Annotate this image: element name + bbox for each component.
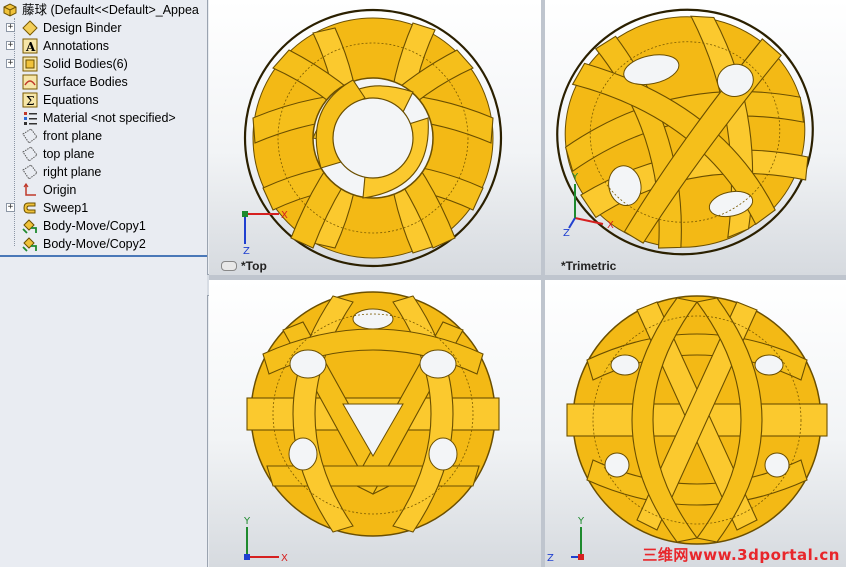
tree-item-body-move-copy1[interactable]: Body-Move/Copy1 <box>0 217 207 235</box>
tree-item-label: Design Binder <box>43 21 122 35</box>
axis-x-label: X <box>607 220 614 231</box>
axis-x-label: X <box>281 210 288 221</box>
plane-icon <box>22 146 38 162</box>
design-binder-icon <box>22 20 38 36</box>
expand-toggle[interactable]: + <box>6 203 15 212</box>
expand-toggle[interactable]: + <box>6 23 15 32</box>
surface-bodies-icon <box>22 74 38 90</box>
tree-root-part[interactable]: 藤球 (Default<<Default>_Appea <box>0 1 207 19</box>
axis-y-label: Y <box>571 172 579 183</box>
viewport-label-top: *Top <box>241 259 267 273</box>
tree-item-origin[interactable]: Origin <box>0 181 207 199</box>
viewport-top[interactable]: X Z *Top <box>209 0 541 275</box>
link-views-icon[interactable] <box>221 261 237 271</box>
viewport-right[interactable]: Z Y 三维网www.3dportal.cn <box>545 280 846 567</box>
triad-axes-icon <box>244 527 279 560</box>
viewport-trimetric[interactable]: X Y Z *Trimetric <box>545 0 846 275</box>
tree-item-body-move-copy2[interactable]: Body-Move/Copy2 <box>0 235 207 253</box>
expand-toggle[interactable]: + <box>6 59 15 68</box>
tree-item-label: Solid Bodies(6) <box>43 57 128 71</box>
rollback-bar[interactable] <box>0 255 207 257</box>
tree-item-label: Equations <box>43 93 99 107</box>
rattan-ball-model[interactable]: X Z <box>209 0 541 275</box>
tree-item-right-plane[interactable]: right plane <box>0 163 207 181</box>
body-move-icon <box>22 237 37 252</box>
tree-item-label: front plane <box>43 129 103 143</box>
solid-bodies-icon <box>22 56 38 72</box>
tree-item-label: Body-Move/Copy1 <box>43 219 146 233</box>
triad-axes-icon <box>242 211 279 244</box>
tree-item-annotations[interactable]: + A Annotations <box>0 37 207 55</box>
material-icon <box>24 112 37 125</box>
tree-item-material[interactable]: Material <not specified> <box>0 109 207 127</box>
axis-z-label: Z <box>547 553 554 564</box>
axis-x-label: X <box>281 553 288 564</box>
annotations-icon: A <box>22 38 38 54</box>
plane-icon <box>22 128 38 144</box>
triad-axes-icon <box>571 527 584 560</box>
sweep-icon <box>23 202 36 214</box>
tree-item-equations[interactable]: Σ Equations <box>0 91 207 109</box>
tree-item-surface-bodies[interactable]: Surface Bodies <box>0 73 207 91</box>
svg-text:Σ: Σ <box>26 94 34 108</box>
plane-icon <box>22 164 38 180</box>
feature-manager-tree: 藤球 (Default<<Default>_Appea + Design Bin… <box>0 0 208 567</box>
origin-icon <box>23 182 36 196</box>
tree-item-label: Surface Bodies <box>43 75 128 89</box>
rattan-ball-model[interactable]: X Y <box>209 280 541 567</box>
axis-y-label: Y <box>577 516 585 527</box>
tree-item-sweep1[interactable]: + Sweep1 <box>0 199 207 217</box>
tree-root-label: 藤球 (Default<<Default>_Appea <box>22 3 199 17</box>
axis-z-label: Z <box>243 246 250 257</box>
equations-icon: Σ <box>22 92 38 108</box>
tree-item-label: top plane <box>43 147 95 161</box>
tree-item-label: Annotations <box>43 39 110 53</box>
tree-item-label: right plane <box>43 165 102 179</box>
viewport-label-trimetric: *Trimetric <box>561 259 617 273</box>
body-move-icon <box>22 219 37 234</box>
tree-item-label: Material <not specified> <box>43 111 176 125</box>
tree-item-label: Sweep1 <box>43 201 89 215</box>
tree-item-front-plane[interactable]: front plane <box>0 127 207 145</box>
tree-item-label: Body-Move/Copy2 <box>43 237 146 251</box>
rattan-ball-model[interactable]: X Y Z <box>545 0 846 275</box>
axis-z-label: Z <box>563 228 570 239</box>
tree-item-top-plane[interactable]: top plane <box>0 145 207 163</box>
viewport-front[interactable]: X Y <box>209 280 541 567</box>
axis-y-label: Y <box>243 516 251 527</box>
part-icon <box>3 3 17 17</box>
expand-toggle[interactable]: + <box>6 41 15 50</box>
rattan-ball-model[interactable]: Z Y <box>545 280 846 567</box>
svg-text:A: A <box>25 40 36 54</box>
tree-item-design-binder[interactable]: + Design Binder <box>0 19 207 37</box>
watermark-text: 三维网www.3dportal.cn <box>642 546 840 564</box>
tree-item-label: Origin <box>43 183 77 197</box>
tree-item-solid-bodies[interactable]: + Solid Bodies(6) <box>0 55 207 73</box>
